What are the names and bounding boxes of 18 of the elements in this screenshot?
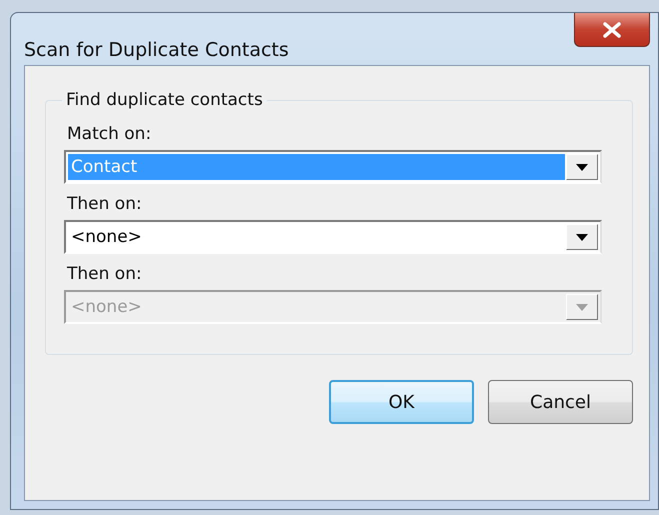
dropdown[interactable]: <none> — [64, 220, 602, 254]
caret-icon — [576, 164, 588, 170]
dropdown-button[interactable] — [566, 154, 598, 180]
dialog-button[interactable]: Cancel — [488, 380, 633, 424]
dropdown-value: <none> — [70, 226, 143, 249]
field-label: Then on: — [67, 264, 143, 284]
caret-icon — [576, 234, 588, 240]
group-legend: Find duplicate contacts — [62, 90, 267, 110]
window-title: Scan for Duplicate Contacts — [24, 39, 289, 61]
close-button[interactable] — [574, 13, 650, 47]
dropdown-value: <none> — [70, 296, 143, 319]
caret-icon — [576, 304, 588, 310]
field-label: Then on: — [67, 194, 143, 214]
dropdown-value: Contact — [68, 154, 565, 180]
close-icon — [601, 22, 623, 38]
field-label: Match on: — [67, 124, 152, 144]
dialog-button[interactable]: OK — [329, 380, 474, 424]
dropdown-button[interactable] — [566, 224, 598, 250]
